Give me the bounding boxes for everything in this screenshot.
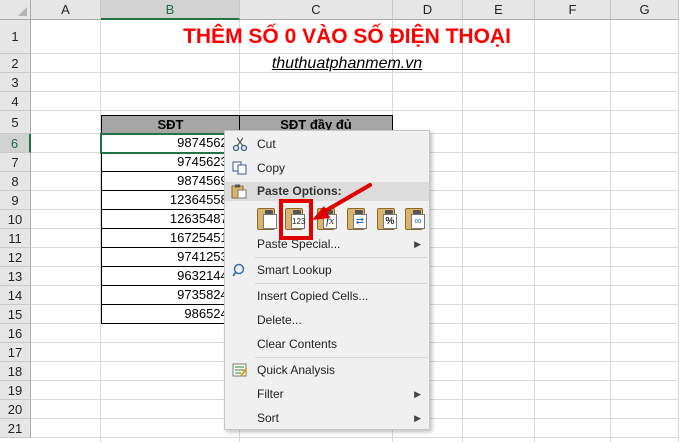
gridline bbox=[31, 91, 679, 92]
table-cell[interactable]: 97412536 bbox=[101, 248, 240, 267]
gridline bbox=[610, 20, 611, 442]
menu-item-quick-analysis-label: Quick Analysis bbox=[257, 363, 336, 377]
table-cell[interactable]: 96321445 bbox=[101, 267, 240, 286]
row-header-2[interactable]: 2 bbox=[0, 54, 31, 73]
row-header-20[interactable]: 20 bbox=[0, 400, 31, 419]
red-arrow-icon bbox=[312, 183, 372, 220]
row-header-12[interactable]: 12 bbox=[0, 248, 31, 267]
column-header-g[interactable]: G bbox=[611, 0, 679, 20]
menu-item-cut[interactable]: Cut bbox=[225, 133, 429, 155]
table-cell[interactable]: 97358245 bbox=[101, 286, 240, 305]
row-header-17[interactable]: 17 bbox=[0, 343, 31, 362]
menu-item-delete[interactable]: Delete... bbox=[225, 309, 429, 331]
menu-item-smart-lookup[interactable]: Smart Lookup bbox=[225, 259, 429, 281]
gridline bbox=[462, 20, 463, 442]
context-menu: Cut Copy Paste Options: 123 fx ⇄ % ∞ Pas… bbox=[224, 130, 430, 430]
sheet-subtitle[interactable]: thuthuatphanmem.vn bbox=[31, 54, 663, 73]
row-header-18[interactable]: 18 bbox=[0, 362, 31, 381]
column-header-c[interactable]: C bbox=[240, 0, 393, 20]
row-header-16[interactable]: 16 bbox=[0, 324, 31, 343]
column-header-d[interactable]: D bbox=[393, 0, 463, 20]
search-icon bbox=[232, 263, 245, 277]
submenu-arrow-icon: ▶ bbox=[414, 389, 421, 399]
sheet-title[interactable]: THÊM SỐ 0 VÀO SỐ ĐIỆN THOẠI bbox=[31, 20, 663, 54]
row-header-13[interactable]: 13 bbox=[0, 267, 31, 286]
scissors-icon bbox=[232, 137, 248, 151]
gridline bbox=[31, 110, 679, 111]
row-header-10[interactable]: 10 bbox=[0, 210, 31, 229]
menu-item-sort-label: Sort bbox=[257, 411, 280, 425]
sheet-icon bbox=[263, 214, 277, 229]
menu-item-filter[interactable]: Filter ▶ bbox=[225, 383, 429, 405]
menu-item-delete-label: Delete... bbox=[257, 313, 302, 327]
paste-default-button[interactable] bbox=[255, 205, 279, 231]
gridline bbox=[534, 20, 535, 442]
menu-separator bbox=[255, 283, 427, 284]
row-header-15[interactable]: 15 bbox=[0, 305, 31, 324]
menu-item-clear-contents-label: Clear Contents bbox=[257, 337, 338, 351]
row-header-21[interactable]: 21 bbox=[0, 419, 31, 438]
row-header-19[interactable]: 19 bbox=[0, 381, 31, 400]
row-header-9[interactable]: 9 bbox=[0, 191, 31, 210]
paste-link-button[interactable]: ∞ bbox=[403, 205, 427, 231]
percent-format-icon: % bbox=[383, 214, 397, 229]
column-header-b[interactable]: B bbox=[101, 0, 240, 20]
table-cell[interactable]: 98745624 bbox=[101, 134, 240, 153]
copy-icon bbox=[232, 161, 247, 175]
table-cell[interactable]: 9865245 bbox=[101, 305, 240, 324]
submenu-arrow-icon: ▶ bbox=[414, 413, 421, 423]
menu-item-cut-label: Cut bbox=[257, 137, 276, 151]
row-header-14[interactable]: 14 bbox=[0, 286, 31, 305]
select-all-corner[interactable] bbox=[0, 0, 31, 20]
select-all-triangle-icon bbox=[18, 7, 27, 16]
menu-separator bbox=[255, 257, 427, 258]
row-header-6[interactable]: 6 bbox=[0, 134, 31, 153]
table-cell[interactable]: 126354879 bbox=[101, 210, 240, 229]
row-header-8[interactable]: 8 bbox=[0, 172, 31, 191]
submenu-arrow-icon: ▶ bbox=[414, 239, 421, 249]
menu-separator bbox=[255, 357, 427, 358]
row-header-3[interactable]: 3 bbox=[0, 73, 31, 92]
row-header-4[interactable]: 4 bbox=[0, 92, 31, 111]
column-header-f[interactable]: F bbox=[535, 0, 611, 20]
row-header-1[interactable]: 1 bbox=[0, 20, 31, 54]
paste-icon bbox=[231, 184, 247, 199]
row-header-7[interactable]: 7 bbox=[0, 153, 31, 172]
menu-item-clear-contents[interactable]: Clear Contents bbox=[225, 333, 429, 355]
table-cell[interactable]: 167254519 bbox=[101, 229, 240, 248]
column-header-a[interactable]: A bbox=[31, 0, 101, 20]
table-cell[interactable]: 98745695 bbox=[101, 172, 240, 191]
menu-item-copy-label: Copy bbox=[257, 161, 286, 175]
spreadsheet: A B C D E F G 1 2 3 4 5 6 7 8 9 10 11 12… bbox=[0, 0, 679, 442]
menu-item-filter-label: Filter bbox=[257, 387, 284, 401]
link-icon: ∞ bbox=[411, 214, 425, 229]
quick-analysis-icon bbox=[232, 363, 247, 377]
menu-item-copy[interactable]: Copy bbox=[225, 157, 429, 179]
table-cell[interactable]: 123645584 bbox=[101, 191, 240, 210]
table-header-sdt[interactable]: SĐT bbox=[101, 115, 240, 134]
menu-item-insert-copied-cells[interactable]: Insert Copied Cells... bbox=[225, 285, 429, 307]
menu-item-smart-lookup-label: Smart Lookup bbox=[257, 263, 332, 277]
row-header-5[interactable]: 5 bbox=[0, 111, 31, 134]
table-cell[interactable]: 97456234 bbox=[101, 153, 240, 172]
menu-item-paste-special[interactable]: Paste Special... ▶ bbox=[225, 233, 429, 255]
gridline bbox=[31, 437, 679, 438]
row-header-11[interactable]: 11 bbox=[0, 229, 31, 248]
menu-item-sort[interactable]: Sort ▶ bbox=[225, 407, 429, 429]
menu-item-insert-copied-cells-label: Insert Copied Cells... bbox=[257, 289, 369, 303]
column-header-e[interactable]: E bbox=[463, 0, 535, 20]
menu-item-quick-analysis[interactable]: Quick Analysis bbox=[225, 359, 429, 381]
